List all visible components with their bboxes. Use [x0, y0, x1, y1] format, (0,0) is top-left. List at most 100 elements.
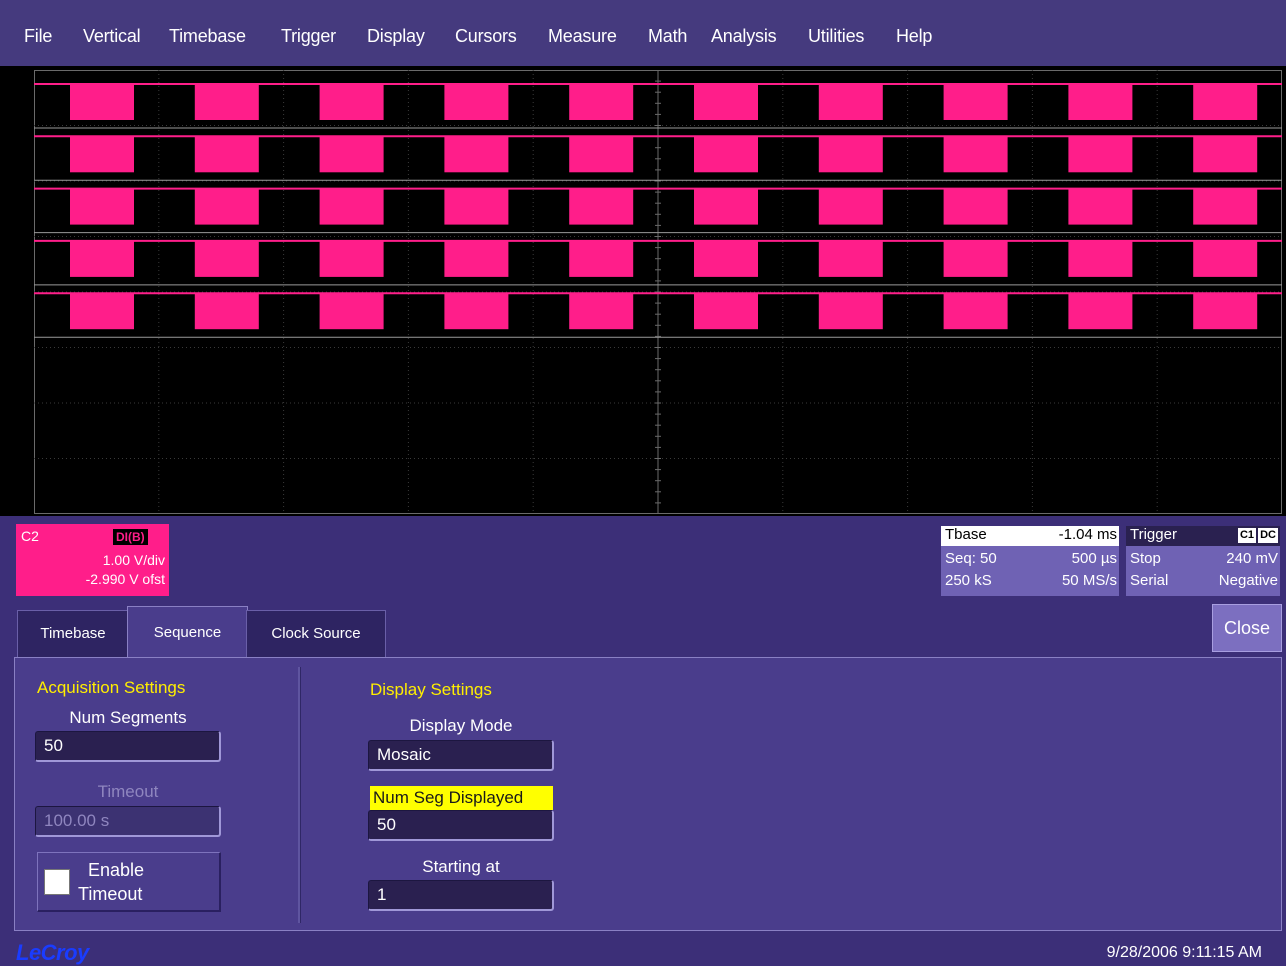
waveform-pulse — [569, 240, 634, 277]
waveform-pulse — [444, 293, 509, 330]
timebase-rate: 50 MS/s — [1061, 572, 1117, 589]
display-mode-select[interactable]: Mosaic — [368, 740, 554, 771]
waveform-pulse — [444, 240, 509, 277]
trigger-coupling-badge: DC — [1258, 528, 1278, 543]
timebase-descriptor[interactable]: Tbase -1.04 ms Seq: 50 500 µs 250 kS 50 … — [941, 526, 1119, 596]
close-button[interactable]: Close — [1212, 604, 1282, 652]
waveform-pulse — [1193, 240, 1258, 277]
waveform-pulse — [70, 188, 134, 225]
waveform-pulse — [70, 240, 134, 277]
waveform-pulse — [694, 188, 758, 225]
trigger-mode: Stop — [1130, 550, 1161, 567]
timebase-header: Tbase -1.04 ms — [941, 526, 1119, 546]
checkbox-square-icon — [44, 869, 70, 895]
waveform-display[interactable] — [34, 70, 1282, 514]
waveform-pulse — [943, 293, 1008, 330]
timebase-samples: 250 kS — [945, 572, 992, 589]
waveform-pulse — [1068, 136, 1133, 173]
menu-cursors[interactable]: Cursors — [455, 25, 517, 47]
timebase-seq: Seq: 50 — [945, 550, 997, 567]
waveform-pulse — [444, 188, 509, 225]
channel-name: C2 — [21, 528, 39, 544]
waveform-pulse — [818, 84, 883, 120]
waveform-pulse — [569, 84, 634, 120]
waveform-pulse — [1193, 293, 1258, 330]
menu-help[interactable]: Help — [896, 25, 932, 47]
channel-offset: -2.990 V ofst — [85, 571, 165, 587]
waveform-pulse — [569, 188, 634, 225]
menu-trigger[interactable]: Trigger — [281, 25, 336, 47]
timeout-field[interactable]: 100.00 s — [35, 806, 221, 837]
waveform-pulse — [70, 293, 134, 330]
channel-descriptor[interactable]: C2 DI(B) 1.00 V/div -2.990 V ofst — [16, 524, 169, 596]
waveform-pulse — [444, 84, 509, 120]
waveform-pulse — [1068, 188, 1133, 225]
waveform-pulse — [70, 136, 134, 173]
waveform-pulse — [194, 293, 259, 330]
waveform-pulse — [194, 240, 259, 277]
menu-bar: File Vertical Timebase Trigger Display C… — [0, 0, 1286, 67]
waveform-pulse — [694, 293, 758, 330]
trigger-title: Trigger — [1130, 526, 1177, 543]
tab-clock-source[interactable]: Clock Source — [246, 610, 386, 658]
menu-math[interactable]: Math — [648, 25, 687, 47]
menu-timebase[interactable]: Timebase — [169, 25, 246, 47]
waveform-pulse — [943, 188, 1008, 225]
trigger-source-badge: C1 — [1237, 528, 1256, 543]
channel-vdiv: 1.00 V/div — [102, 552, 165, 568]
waveform-pulse — [70, 84, 134, 120]
trigger-descriptor[interactable]: Trigger C1 DC Stop 240 mV Serial Negativ… — [1126, 526, 1280, 596]
starting-at-field[interactable]: 1 — [368, 880, 554, 911]
timebase-time-div: 500 µs — [1071, 550, 1117, 567]
waveform-pulse — [1193, 188, 1258, 225]
trigger-slope: Negative — [1218, 572, 1278, 589]
starting-at-label: Starting at — [422, 857, 500, 876]
num-seg-displayed-label: Num Seg Displayed — [370, 786, 553, 810]
waveform-pulse — [319, 188, 384, 225]
tab-timebase[interactable]: Timebase — [17, 610, 129, 658]
trigger-type: Serial — [1130, 572, 1169, 589]
channel-badge: DI(B) — [113, 529, 148, 545]
status-datetime: 9/28/2006 9:11:15 AM — [1106, 944, 1262, 961]
waveform-pulse — [569, 293, 634, 330]
display-mode-label: Display Mode — [409, 716, 513, 735]
trigger-header: Trigger C1 DC — [1126, 526, 1280, 546]
waveform-pulse — [818, 188, 883, 225]
menu-analysis[interactable]: Analysis — [711, 25, 777, 47]
menu-file[interactable]: File — [24, 25, 52, 47]
num-seg-displayed-field[interactable]: 50 — [368, 810, 554, 841]
waveform-pulse — [194, 136, 259, 173]
trigger-level: 240 mV — [1226, 550, 1278, 567]
waveform-pulse — [1193, 84, 1258, 120]
menu-measure[interactable]: Measure — [548, 25, 617, 47]
waveform-pulse — [818, 136, 883, 173]
waveform-pulse — [319, 84, 384, 120]
menu-utilities[interactable]: Utilities — [808, 25, 864, 47]
waveform-pulse — [194, 84, 259, 120]
enable-timeout-label-line2: Timeout — [78, 884, 143, 904]
waveform-pulse — [1068, 240, 1133, 277]
waveform-pulse — [694, 84, 758, 120]
waveform-pulse — [818, 293, 883, 330]
waveform-pulse — [943, 84, 1008, 120]
waveform-pulse — [818, 240, 883, 277]
num-segments-label: Num Segments — [69, 708, 187, 727]
waveform-pulse — [1193, 136, 1258, 173]
waveform-pulse — [943, 240, 1008, 277]
menu-vertical[interactable]: Vertical — [83, 25, 141, 47]
menu-display[interactable]: Display — [367, 25, 425, 47]
lecroy-logo: LeCroy — [16, 940, 89, 965]
waveform-pulse — [1068, 84, 1133, 120]
panel-divider — [298, 667, 301, 923]
tab-sequence[interactable]: Sequence — [127, 606, 248, 658]
timeout-label: Timeout — [97, 782, 159, 801]
num-segments-field[interactable]: 50 — [35, 731, 221, 762]
waveform-pulse — [694, 136, 758, 173]
waveform-pulse — [943, 136, 1008, 173]
waveform-pulse — [319, 240, 384, 277]
enable-timeout-label-line1: Enable — [88, 860, 145, 880]
acquisition-settings-title: Acquisition Settings — [37, 678, 186, 697]
enable-timeout-checkbox[interactable]: Enable Timeout — [37, 852, 221, 912]
waveform-pulse — [694, 240, 758, 277]
waveform-pulse — [194, 188, 259, 225]
